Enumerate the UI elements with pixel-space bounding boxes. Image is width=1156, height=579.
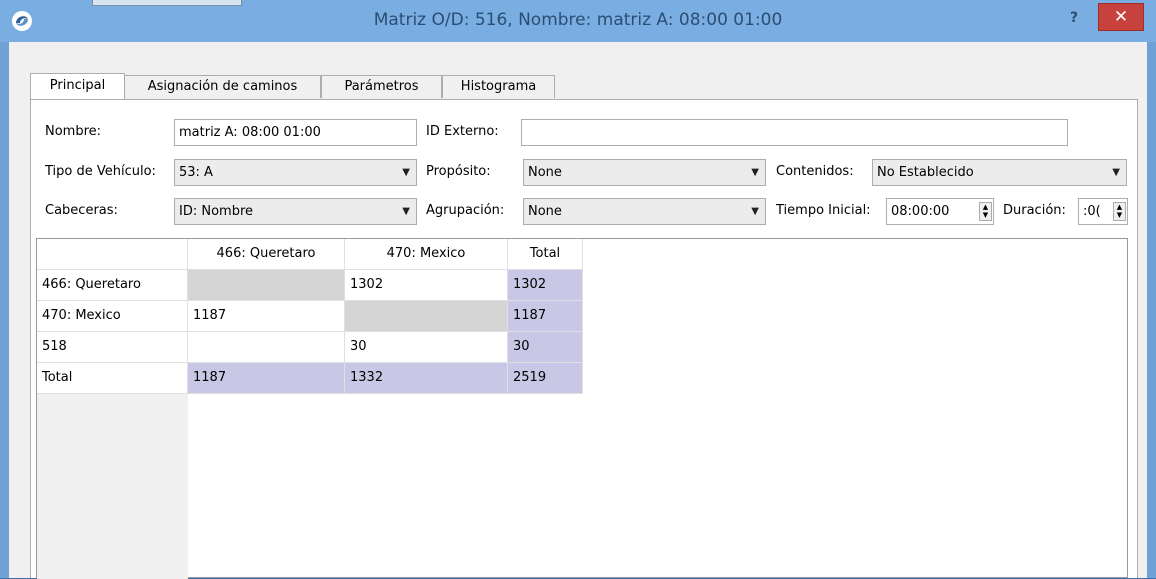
close-button[interactable]: ✕ [1098,3,1144,31]
agrupacion-select[interactable]: None ▼ [523,198,766,225]
cabeceras-label: Cabeceras: [45,203,118,218]
tiempo-inicial-label: Tiempo Inicial: [776,203,871,218]
tab-parametros[interactable]: Parámetros [321,75,442,98]
id-externo-input[interactable] [521,119,1068,146]
row-header[interactable]: 470: Mexico [37,301,188,332]
column-header[interactable]: Total [508,239,583,270]
nombre-input[interactable]: matriz A: 08:00 01:00 [174,119,417,146]
nombre-label: Nombre: [45,124,102,139]
tiempo-inicial-spinbox[interactable]: 08:00:00 ▲ ▼ [886,198,994,225]
tipo-vehiculo-select[interactable]: 53: A ▼ [174,159,417,186]
agrupacion-value: None [528,204,562,219]
chevron-down-icon: ▼ [751,206,759,217]
tab-strip: Principal Asignación de caminos Parámetr… [30,73,1130,99]
chevron-down-icon: ▼ [402,167,410,178]
spin-arrows-icon[interactable]: ▲ ▼ [979,202,992,221]
duracion-label: Duración: [1003,203,1066,218]
row-total-cell: 1187 [508,301,583,332]
tab-principal[interactable]: Principal [30,73,125,99]
matrix-cell[interactable] [345,301,508,332]
row-total-cell: 1302 [508,270,583,301]
tab-histograma[interactable]: Histograma [442,75,555,98]
column-total-cell: 1332 [345,363,508,394]
matrix-cell[interactable]: 1187 [188,301,345,332]
matrix-cell[interactable]: 1302 [345,270,508,301]
chevron-down-icon: ▼ [1112,167,1120,178]
help-button[interactable]: ? [1062,8,1086,28]
title-bar[interactable]: Matriz O/D: 516, Nombre: matriz A: 08:00… [0,0,1156,42]
duracion-spinbox[interactable]: :0( ▲ ▼ [1078,198,1128,225]
contenidos-label: Contenidos: [776,164,854,179]
spin-arrows-icon[interactable]: ▲ ▼ [1113,202,1126,221]
chevron-down-icon: ▼ [402,206,410,217]
contenidos-select[interactable]: No Establecido ▼ [872,159,1127,186]
row-header[interactable]: 518 [37,332,188,363]
corner-cell [37,239,188,270]
matrix-cell[interactable]: 30 [345,332,508,363]
cabeceras-value: ID: Nombre [179,204,254,219]
tab-asignacion-caminos[interactable]: Asignación de caminos [124,75,321,98]
tipo-vehiculo-label: Tipo de Vehículo: [45,164,156,179]
matrix-cell[interactable] [188,332,345,363]
proposito-value: None [528,165,562,180]
grand-total-cell: 2519 [508,363,583,394]
tipo-vehiculo-value: 53: A [179,165,213,180]
matrix-cell[interactable] [188,270,345,301]
agrupacion-label: Agrupación: [426,203,505,218]
proposito-label: Propósito: [426,164,491,179]
dialog-window: Matriz O/D: 516, Nombre: matriz A: 08:00… [0,0,1156,579]
tiempo-inicial-value: 08:00:00 [891,204,950,219]
proposito-select[interactable]: None ▼ [523,159,766,186]
duracion-value: :0( [1083,204,1101,219]
id-externo-label: ID Externo: [426,124,499,139]
contenidos-value: No Establecido [877,165,974,180]
column-header[interactable]: 466: Queretaro [188,239,345,270]
column-header[interactable]: 470: Mexico [345,239,508,270]
chevron-down-icon: ▼ [751,167,759,178]
row-total-cell: 30 [508,332,583,363]
window-title: Matriz O/D: 516, Nombre: matriz A: 08:00… [373,10,783,30]
total-row-header[interactable]: Total [37,363,188,394]
column-total-cell: 1187 [188,363,345,394]
row-header[interactable]: 466: Queretaro [37,270,188,301]
cabeceras-select[interactable]: ID: Nombre ▼ [174,198,417,225]
od-matrix-grid[interactable]: 466: Queretaro 470: Mexico Total 466: Qu… [36,238,1128,579]
